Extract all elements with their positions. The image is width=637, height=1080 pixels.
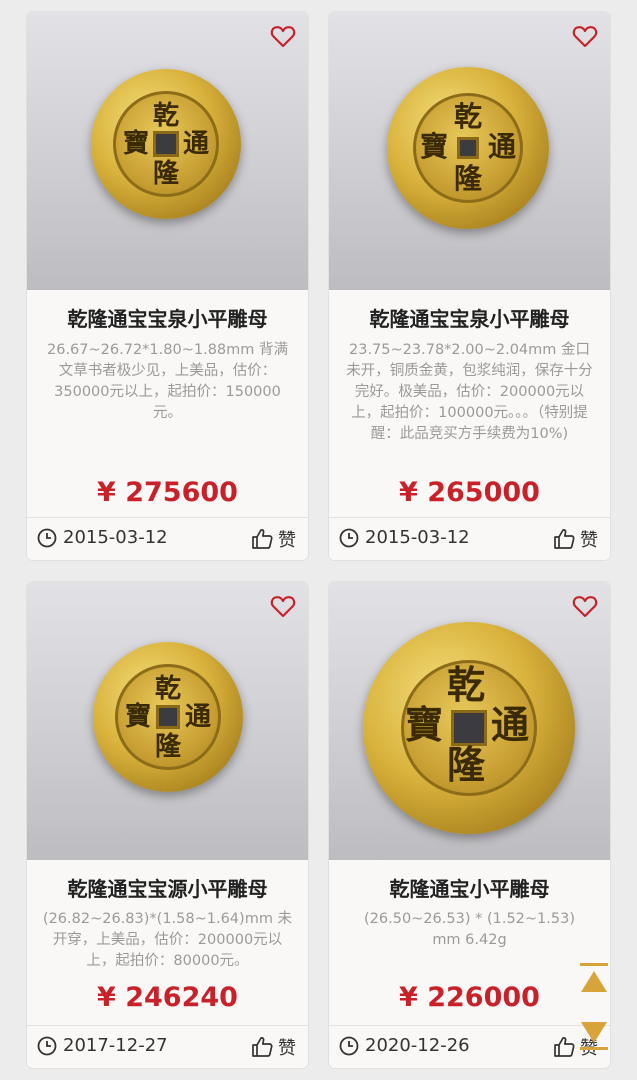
post-date: 2015-03-12	[365, 527, 470, 548]
product-image[interactable]: 乾 隆 通 寶	[27, 12, 308, 290]
clock-icon	[339, 528, 359, 547]
product-card[interactable]: 乾 隆 通 寶 乾隆通宝宝泉小平雕母 26.67~26.72*1.80~1.88…	[27, 12, 308, 560]
product-grid: 乾 隆 通 寶 乾隆通宝宝泉小平雕母 26.67~26.72*1.80~1.88…	[0, 0, 637, 1080]
product-card[interactable]: 乾 隆 通 寶 乾隆通宝小平雕母 (26.50~26.53) * (1.52~1…	[329, 582, 610, 1068]
card-footer: 2020-12-26 赞	[329, 1025, 610, 1068]
like-label: 赞	[580, 530, 598, 551]
date-row: 2015-03-12	[339, 527, 470, 548]
date-row: 2017-12-27	[37, 1035, 168, 1056]
product-title[interactable]: 乾隆通宝小平雕母	[329, 873, 610, 902]
coin-char-bottom: 隆	[446, 742, 485, 787]
thumbs-up-icon	[554, 529, 575, 549]
thumbs-up-icon	[252, 529, 273, 549]
coin-image: 乾 隆 通 寶	[363, 622, 575, 834]
post-date: 2020-12-26	[365, 1035, 470, 1056]
thumbs-up-icon	[554, 1037, 575, 1057]
product-title[interactable]: 乾隆通宝宝源小平雕母	[27, 873, 308, 902]
product-image[interactable]: 乾 隆 通 寶	[27, 582, 308, 860]
card-footer: 2017-12-27 赞	[27, 1025, 308, 1068]
product-price: ¥ 275600	[97, 477, 238, 508]
post-date: 2017-12-27	[63, 1035, 168, 1056]
coin-char-bottom: 隆	[154, 732, 181, 762]
coin-char-top: 乾	[446, 662, 485, 707]
like-button[interactable]: 赞	[250, 526, 296, 552]
product-description: (26.50~26.53) * (1.52~1.53) mm 6.42g	[364, 911, 575, 948]
clock-icon	[37, 528, 57, 547]
like-label: 赞	[278, 1038, 296, 1059]
product-description: 23.75~23.78*2.00~2.04mm 金口未开，铜质金黄，包浆纯润，保…	[346, 342, 593, 442]
coin-char-top: 乾	[154, 674, 181, 704]
coin-char-left: 寶	[404, 702, 443, 747]
product-description: (26.82~26.83)*(1.58~1.64)mm 未开穿，上美品，估价：2…	[42, 911, 293, 969]
coin-image: 乾 隆 通 寶	[387, 67, 549, 229]
heart-outline-icon[interactable]	[270, 594, 296, 618]
date-row: 2015-03-12	[37, 527, 168, 548]
product-title[interactable]: 乾隆通宝宝泉小平雕母	[329, 303, 610, 332]
coin-char-right: 通	[182, 129, 209, 159]
coin-char-top: 乾	[152, 101, 179, 131]
product-card[interactable]: 乾 隆 通 寶 乾隆通宝宝泉小平雕母 23.75~23.78*2.00~2.04…	[329, 12, 610, 560]
like-button[interactable]: 赞	[250, 1034, 296, 1060]
clock-icon	[339, 1036, 359, 1055]
coin-char-left: 寶	[124, 702, 151, 732]
product-card[interactable]: 乾 隆 通 寶 乾隆通宝宝源小平雕母 (26.82~26.83)*(1.58~1…	[27, 582, 308, 1068]
coin-char-right: 通	[490, 702, 529, 747]
coin-char-left: 寶	[122, 129, 149, 159]
product-image[interactable]: 乾 隆 通 寶	[329, 12, 610, 290]
coin-char-right: 通	[184, 702, 211, 732]
product-price: ¥ 226000	[399, 982, 540, 1013]
coin-char-right: 通	[487, 130, 516, 163]
coin-char-bottom: 隆	[152, 159, 179, 189]
thumbs-up-icon	[252, 1037, 273, 1057]
coin-image: 乾 隆 通 寶	[91, 69, 241, 219]
heart-outline-icon[interactable]	[572, 594, 598, 618]
product-description: 26.67~26.72*1.80~1.88mm 背满文草书者极少见，上美品，估价…	[47, 342, 288, 421]
coin-char-left: 寶	[419, 130, 448, 163]
heart-outline-icon[interactable]	[270, 24, 296, 48]
product-price: ¥ 246240	[97, 982, 238, 1013]
date-row: 2020-12-26	[339, 1035, 470, 1056]
card-footer: 2015-03-12 赞	[329, 517, 610, 560]
coin-char-top: 乾	[453, 100, 482, 133]
like-button[interactable]: 赞	[552, 526, 598, 552]
heart-outline-icon[interactable]	[572, 24, 598, 48]
post-date: 2015-03-12	[63, 527, 168, 548]
product-price: ¥ 265000	[399, 477, 540, 508]
card-footer: 2015-03-12 赞	[27, 517, 308, 560]
coin-char-bottom: 隆	[453, 162, 482, 195]
scroll-to-bottom-icon[interactable]	[578, 1018, 610, 1052]
coin-image: 乾 隆 通 寶	[93, 642, 243, 792]
scroll-to-top-icon[interactable]	[578, 962, 610, 996]
product-image[interactable]: 乾 隆 通 寶	[329, 582, 610, 860]
like-label: 赞	[278, 530, 296, 551]
clock-icon	[37, 1036, 57, 1055]
product-title[interactable]: 乾隆通宝宝泉小平雕母	[27, 303, 308, 332]
